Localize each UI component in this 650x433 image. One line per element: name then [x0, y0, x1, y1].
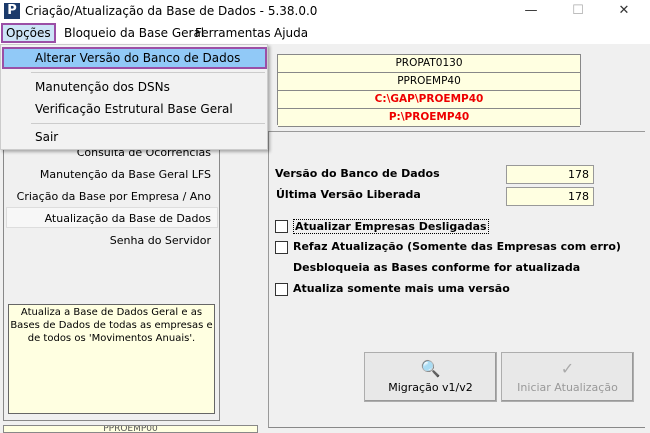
db-version-label: Versão do Banco de Dados: [275, 167, 440, 180]
menu-item-manutencao-dsns[interactable]: Manutenção dos DSNs: [35, 80, 170, 94]
update-panel: Versão do Banco de Dados 178 Última Vers…: [268, 131, 645, 428]
menu-item-alterar-versao[interactable]: Alterar Versão do Banco de Dados: [35, 51, 240, 65]
checkbox-refaz-atualizacao[interactable]: [275, 241, 288, 254]
info-row-local-path: C:\GAP\PROEMP40: [278, 91, 580, 109]
menu-ajuda[interactable]: Ajuda: [271, 25, 311, 41]
migration-button-label: Migração v1/v2: [388, 381, 473, 394]
last-version-label: Última Versão Liberada: [276, 188, 421, 201]
label-refaz-atualizacao[interactable]: Refaz Atualização (Somente das Empresas …: [293, 240, 621, 253]
start-update-button[interactable]: ✓ Iniciar Atualização: [501, 352, 634, 402]
checkbox-empresas-desligadas[interactable]: [275, 220, 288, 233]
menu-item-verificacao-estrutural[interactable]: Verificação Estrutural Base Geral: [35, 102, 233, 116]
label-empresas-desligadas[interactable]: Atualizar Empresas Desligadas: [293, 219, 489, 234]
checkbox-somente-uma-versao[interactable]: [275, 283, 288, 296]
app-logo-icon: P: [4, 3, 20, 19]
bottom-strip: PPROEMP00: [3, 425, 258, 433]
info-row-db: PPROEMP40: [278, 73, 580, 91]
document-search-icon: 🔍: [420, 359, 441, 378]
maximize-button[interactable]: ☐: [555, 0, 601, 22]
menu-bloqueio-base-geral[interactable]: Bloqueio da Base Geral: [61, 25, 207, 41]
label-somente-uma-versao[interactable]: Atualiza somente mais uma versão: [293, 282, 510, 295]
nav-panel: Consulta de Ocorrências Manutenção da Ba…: [3, 140, 220, 421]
menu-ferramentas[interactable]: Ferramentas: [192, 25, 274, 41]
info-row-company: PROPAT0130: [278, 55, 580, 73]
close-button[interactable]: ✕: [601, 0, 647, 22]
description-box: Atualiza a Base de Dados Geral e as Base…: [8, 304, 215, 414]
db-version-field: 178: [506, 165, 594, 184]
menu-opcoes[interactable]: Opções: [1, 23, 56, 43]
info-row-server-path: P:\PROEMP40: [278, 109, 580, 127]
checkmark-icon: ✓: [560, 359, 575, 378]
title-bar: P Criação/Atualização da Base de Dados -…: [0, 0, 650, 22]
menu-separator: [31, 72, 265, 73]
migration-button[interactable]: 🔍 Migração v1/v2: [364, 352, 497, 402]
window-title: Criação/Atualização da Base de Dados - 5…: [25, 4, 318, 18]
menu-separator: [31, 123, 265, 124]
nav-manutencao-base-geral[interactable]: Manutenção da Base Geral LFS: [40, 168, 211, 181]
start-update-button-label: Iniciar Atualização: [517, 381, 618, 394]
info-table: PROPAT0130 PPROEMP40 C:\GAP\PROEMP40 P:\…: [277, 54, 581, 127]
opcoes-dropdown-menu: Alterar Versão do Banco de Dados Manuten…: [0, 44, 268, 150]
minimize-button[interactable]: —: [508, 0, 554, 22]
unlock-note: Desbloqueia as Bases conforme for atuali…: [293, 261, 581, 274]
nav-senha-servidor[interactable]: Senha do Servidor: [110, 234, 211, 247]
last-version-field: 178: [506, 187, 594, 206]
nav-criacao-base[interactable]: Criação da Base por Empresa / Ano: [17, 190, 211, 203]
menu-item-sair[interactable]: Sair: [35, 130, 58, 144]
nav-atualizacao-base[interactable]: Atualização da Base de Dados: [45, 212, 211, 225]
